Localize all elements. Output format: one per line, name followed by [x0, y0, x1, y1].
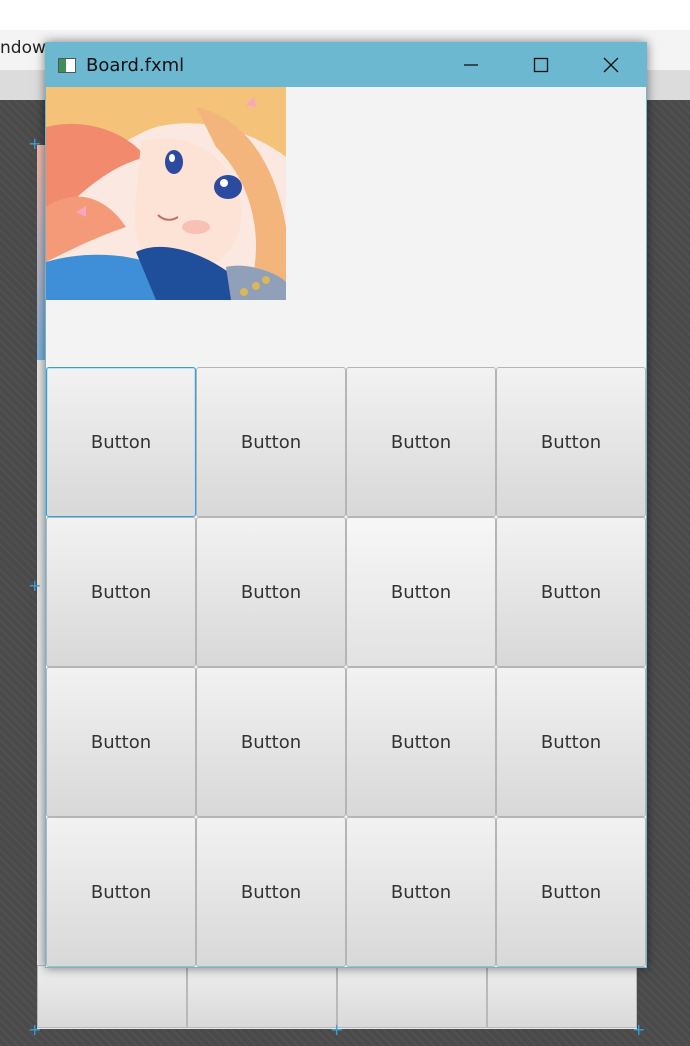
- maximize-icon: [533, 57, 549, 73]
- grid-button[interactable]: Button: [496, 517, 646, 667]
- design-preview-cell: [187, 965, 337, 1028]
- maximize-button[interactable]: [506, 43, 576, 87]
- host-menu-window[interactable]: ndow: [0, 38, 46, 58]
- selection-handle-icon[interactable]: +: [28, 1022, 41, 1038]
- design-preview-cell: [337, 965, 487, 1028]
- grid-button[interactable]: Button: [496, 817, 646, 967]
- close-button[interactable]: [576, 43, 646, 87]
- grid-button[interactable]: Button: [196, 667, 346, 817]
- grid-button[interactable]: Button: [196, 367, 346, 517]
- design-preview-bottom-row: [37, 965, 637, 1028]
- grid-button[interactable]: Button: [346, 517, 496, 667]
- grid-button[interactable]: Button: [196, 517, 346, 667]
- grid-button[interactable]: Button: [46, 517, 196, 667]
- selection-handle-icon[interactable]: +: [28, 136, 41, 152]
- app-window: Board.fxml Button Button Button Button B…: [45, 42, 647, 968]
- grid-button[interactable]: Button: [346, 667, 496, 817]
- selection-handle-icon[interactable]: +: [632, 1022, 645, 1038]
- window-title: Board.fxml: [86, 54, 185, 76]
- button-grid: Button Button Button Button Button Butto…: [46, 367, 646, 967]
- selection-handle-icon[interactable]: +: [28, 578, 41, 594]
- grid-button[interactable]: Button: [196, 817, 346, 967]
- grid-button[interactable]: Button: [46, 817, 196, 967]
- grid-button[interactable]: Button: [46, 667, 196, 817]
- anime-portrait-image: [46, 87, 286, 300]
- window-titlebar[interactable]: Board.fxml: [46, 43, 646, 87]
- host-topbar: [0, 0, 690, 30]
- design-preview-cell: [37, 965, 187, 1028]
- minimize-icon: [464, 64, 478, 66]
- portrait-icon: [46, 87, 286, 300]
- grid-button[interactable]: Button: [346, 367, 496, 517]
- grid-button[interactable]: Button: [496, 667, 646, 817]
- grid-button[interactable]: Button: [46, 367, 196, 517]
- design-preview-cell: [487, 965, 637, 1028]
- window-controls: [436, 43, 646, 87]
- minimize-button[interactable]: [436, 43, 506, 87]
- close-icon: [603, 57, 619, 73]
- grid-button[interactable]: Button: [346, 817, 496, 967]
- app-icon: [58, 57, 76, 73]
- grid-button[interactable]: Button: [496, 367, 646, 517]
- selection-handle-icon[interactable]: +: [330, 1022, 343, 1038]
- window-content: Button Button Button Button Button Butto…: [46, 87, 646, 967]
